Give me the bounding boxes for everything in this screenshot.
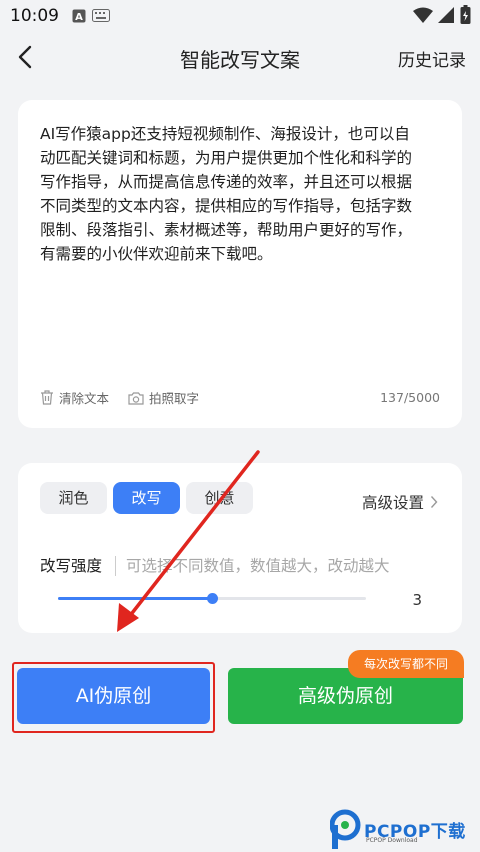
camera-icon — [128, 391, 144, 405]
slider-thumb[interactable] — [207, 593, 218, 604]
text-input-area[interactable]: AI写作猿app还支持短视频制作、海报设计，也可以自 动匹配关键词和标题，为用户… — [40, 122, 442, 266]
divider — [115, 556, 116, 576]
watermark-subtext: PCPOP Download — [366, 837, 418, 844]
advanced-settings-link[interactable]: 高级设置 — [362, 491, 438, 513]
pcpop-logo-icon — [330, 809, 361, 849]
rewrite-options-card: 润色 改写 创意 高级设置 改写强度 可选择不同数值，数值越大，改动越大 3 — [18, 463, 462, 633]
annotation-highlight-box — [12, 662, 215, 733]
trash-icon — [41, 390, 53, 405]
slider-fill — [58, 597, 212, 600]
text-line: 限制、段落指引、素材概述等，帮助用户更好的写作， — [40, 221, 413, 239]
chevron-right-icon — [430, 496, 438, 508]
watermark-logo: PCPOP下载 PCPOP Download — [330, 807, 480, 852]
strength-hint: 可选择不同数值，数值越大，改动越大 — [126, 557, 390, 575]
text-line: AI写作猿app还支持短视频制作、海报设计，也可以自 — [40, 125, 410, 143]
photo-ocr-label: 拍照取字 — [149, 391, 200, 406]
keyboard-icon — [92, 9, 110, 22]
svg-text:A: A — [75, 12, 83, 23]
app-header: 智能改写文案 历史记录 — [0, 34, 480, 80]
photo-ocr-button[interactable]: 拍照取字 — [128, 388, 199, 407]
text-editor-card[interactable]: AI写作猿app还支持短视频制作、海报设计，也可以自 动匹配关键词和标题，为用户… — [18, 100, 462, 428]
text-line: 动匹配关键词和标题，为用户提供更加个性化和科学的 — [40, 149, 413, 167]
strength-label: 改写强度 — [40, 557, 103, 575]
mode-polish-tab[interactable]: 润色 — [40, 482, 107, 514]
rewrite-badge: 每次改写都不同 — [348, 650, 464, 678]
text-line: 写作指导，从而提高信息传递的效率，并且还可以根据 — [40, 173, 413, 191]
mode-rewrite-tab[interactable]: 改写 — [113, 482, 180, 514]
signal-icon — [438, 7, 454, 23]
wifi-icon — [413, 7, 433, 23]
clear-text-label: 清除文本 — [59, 391, 110, 406]
clear-text-button[interactable]: 清除文本 — [40, 388, 109, 407]
status-bar: 10:09 A — [0, 0, 480, 34]
notification-a-icon: A — [72, 9, 86, 23]
text-line: 不同类型的文本内容，提供相应的写作指导，包括字数 — [40, 197, 413, 215]
history-button[interactable]: 历史记录 — [398, 46, 466, 71]
strength-value: 3 — [412, 591, 422, 609]
mode-creative-tab[interactable]: 创意 — [186, 482, 253, 514]
text-line: 有需要的小伙伴欢迎前来下载吧。 — [40, 245, 273, 263]
strength-slider[interactable] — [58, 593, 366, 605]
advanced-settings-label: 高级设置 — [361, 494, 424, 512]
status-time: 10:09 — [10, 6, 59, 26]
battery-icon — [460, 5, 471, 24]
character-counter: 137/5000 — [380, 390, 440, 405]
